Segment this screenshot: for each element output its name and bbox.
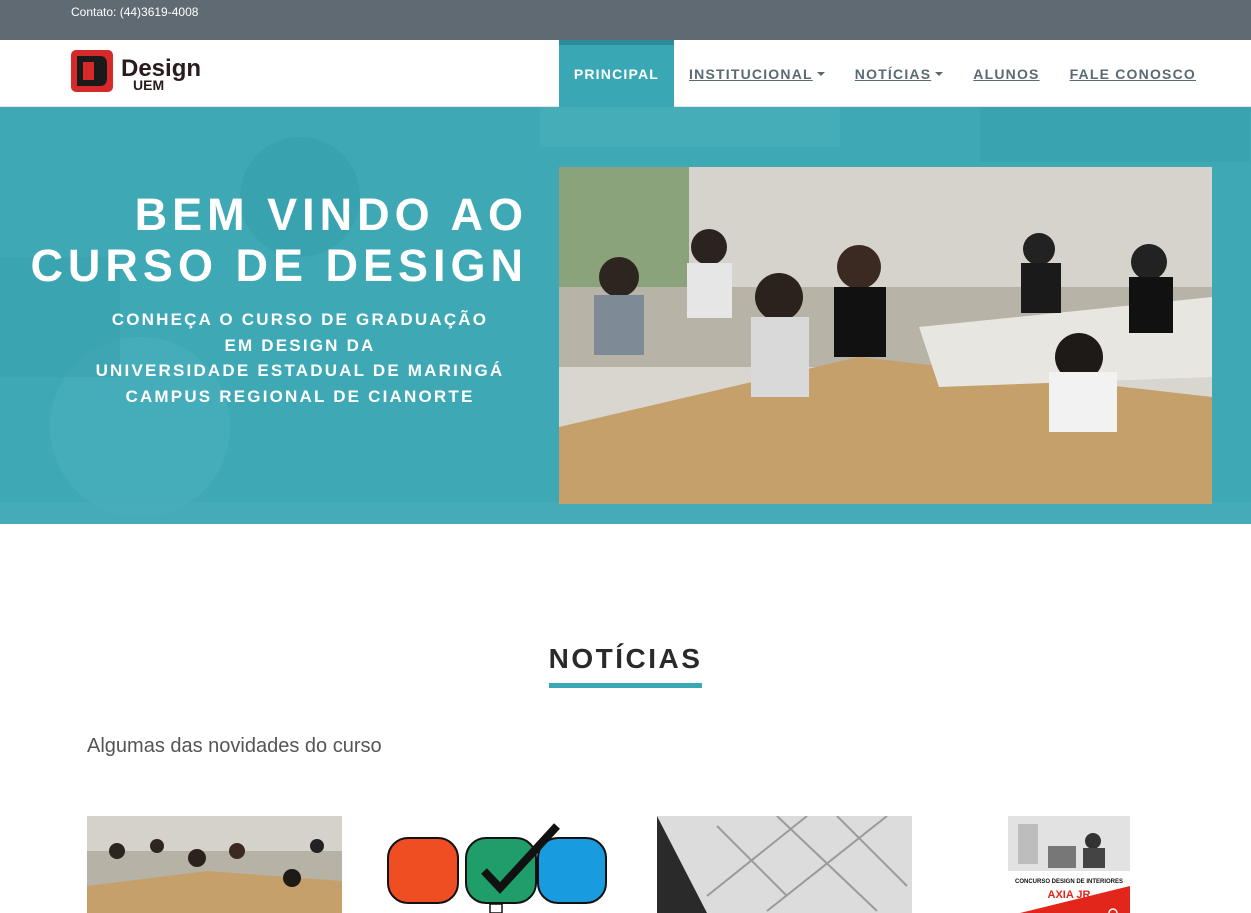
news-card-image-classroom[interactable]: [87, 816, 342, 913]
logo-sub: UEM: [133, 77, 164, 93]
poster-brand: AXIA JR: [1048, 889, 1091, 901]
news-card-image-chair[interactable]: [657, 816, 912, 913]
design-uem-logo-icon: Design UEM: [71, 50, 201, 93]
news-section-subtitle: Algumas das novidades do curso: [87, 735, 382, 757]
nav-item-noticias[interactable]: NOTÍCIAS: [840, 40, 959, 107]
caret-down-icon: [935, 71, 944, 76]
checkmark-boxes-icon: [372, 816, 627, 913]
site-logo[interactable]: Design UEM: [71, 50, 211, 94]
hero-banner: BEM VINDO AO CURSO DE DESIGN CONHEÇA O C…: [0, 107, 1251, 524]
hero-subtitle: CONHEÇA O CURSO DE GRADUAÇÃO EM DESIGN D…: [95, 310, 505, 406]
hero-title: BEM VINDO AO CURSO DE DESIGN: [30, 189, 528, 291]
hero-classroom-photo: [559, 167, 1212, 504]
contact-phone: Contato: (44)3619-4008: [71, 5, 199, 19]
news-section-title: NOTÍCIAS: [0, 643, 1251, 688]
nav-item-institucional[interactable]: INSTITUCIONAL: [674, 40, 840, 107]
poster-title: CONCURSO DESIGN DE INTERIORES: [1015, 879, 1123, 885]
main-navbar: Design UEM PRINCIPAL INSTITUCIONAL NOTÍC…: [0, 40, 1251, 107]
nav-menu: PRINCIPAL INSTITUCIONAL NOTÍCIAS ALUNOS …: [558, 40, 1211, 107]
top-contact-bar: Contato: (44)3619-4008: [0, 0, 1251, 40]
caret-down-icon: [816, 71, 825, 76]
news-card-image-checkmark[interactable]: [372, 816, 627, 913]
news-card-image-poster[interactable]: CONCURSO DESIGN DE INTERIORES AXIA JR: [1008, 816, 1130, 913]
nav-item-principal[interactable]: PRINCIPAL: [558, 40, 675, 107]
nav-item-alunos[interactable]: ALUNOS: [958, 40, 1054, 107]
nav-item-fale-conosco[interactable]: FALE CONOSCO: [1055, 40, 1211, 107]
